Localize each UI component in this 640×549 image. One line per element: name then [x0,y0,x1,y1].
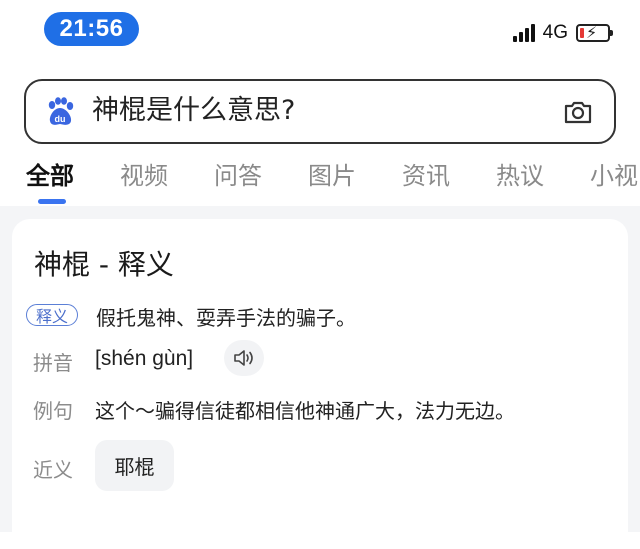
example-label: 例句 [33,399,73,423]
baidu-paw-icon: du [48,97,74,125]
cellular-signal-icon [512,24,535,42]
synonym-chip[interactable]: 耶棍 [95,440,174,491]
network-type: 4G [542,22,568,43]
synonym-label: 近义 [33,458,73,482]
definition-card: 神棍 - 释义 释义 假托鬼神、耍弄手法的骗子。 拼音 [shén gùn] 例… [12,219,628,549]
tab-video[interactable]: 视频 [120,156,168,191]
tab-news[interactable]: 资讯 [402,156,450,191]
tab-short-video[interactable]: 小视 [590,156,638,191]
speaker-icon [234,350,253,366]
camera-icon[interactable] [562,96,594,128]
definition-text: 假托鬼神、耍弄手法的骗子。 [96,306,356,330]
active-tab-indicator [38,199,66,204]
tab-images[interactable]: 图片 [308,156,356,191]
search-tabs: 全部 视频 问答 图片 资讯 热议 小视 [0,156,640,206]
search-input[interactable]: 神棍是什么意思? [92,81,295,141]
pinyin-text: [shén gùn] [95,347,194,370]
pinyin-label: 拼音 [33,351,73,375]
battery-charging-icon: ⚡ [576,24,613,42]
tab-qa[interactable]: 问答 [214,156,262,191]
status-indicators: 4G ⚡ [512,22,613,44]
example-text: 这个～骗得信徒都相信他神通广大，法力无边。 [95,399,515,423]
pronunciation-button[interactable] [224,340,264,376]
definition-label: 释义 [26,304,78,326]
svg-text:du: du [55,114,66,124]
card-title[interactable]: 神棍 - 释义 [34,243,174,283]
tab-hot[interactable]: 热议 [496,156,544,191]
tab-all[interactable]: 全部 [26,156,74,191]
search-box[interactable]: du 神棍是什么意思? [24,79,616,144]
status-time: 21:56 [44,12,139,46]
